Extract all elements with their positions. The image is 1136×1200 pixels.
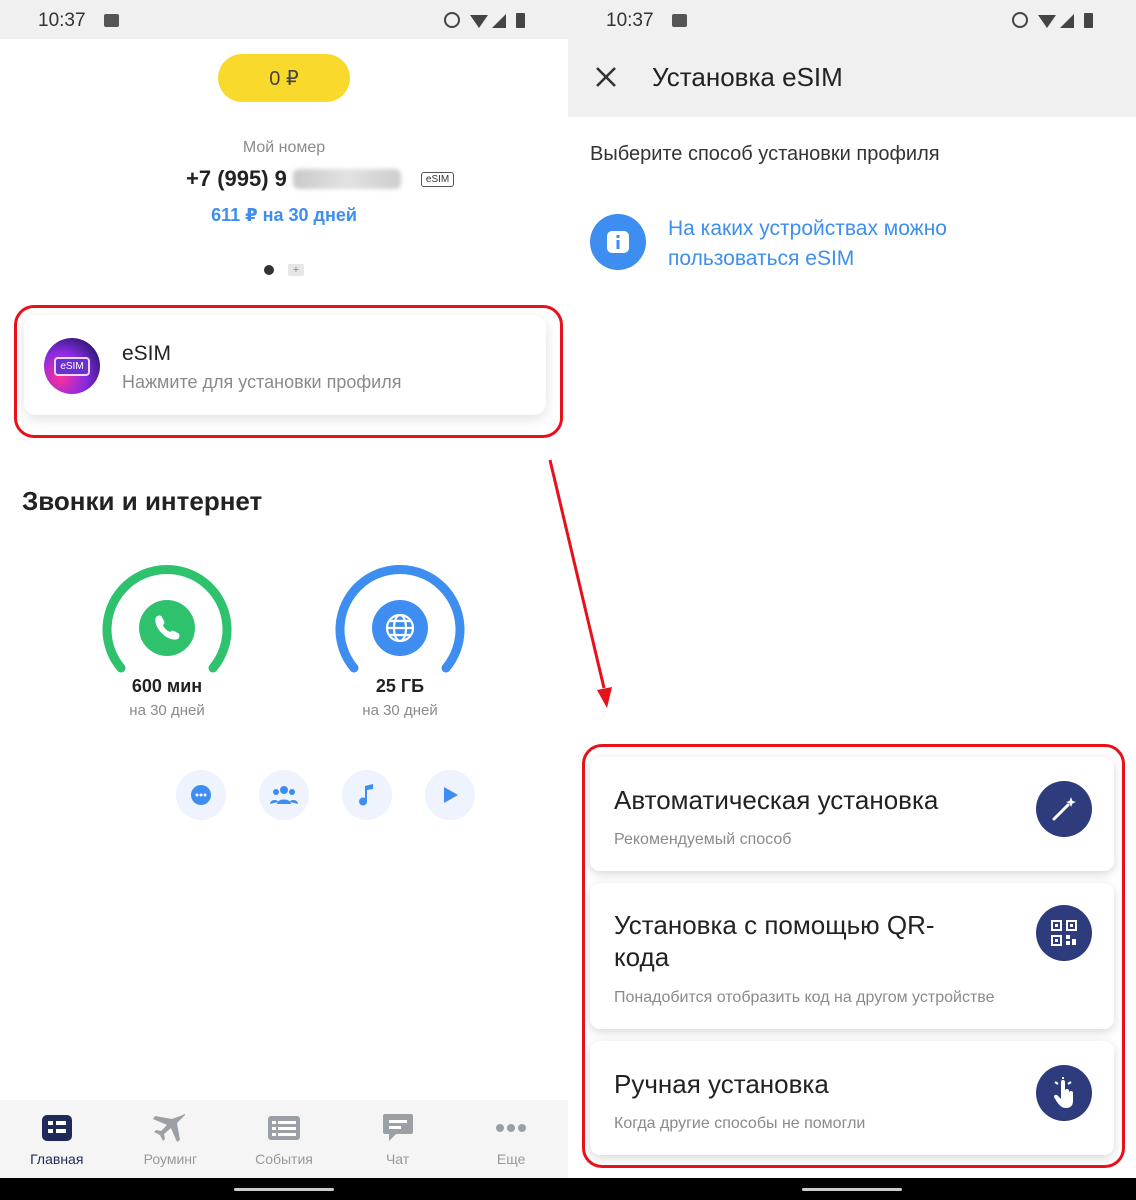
highlight-frame [14, 305, 563, 438]
nav-label-chat: Чат [385, 1151, 410, 1167]
choose-method-label: Выберите способ установки профиля [590, 143, 940, 165]
home-gesture-handle[interactable] [234, 1188, 334, 1191]
bottom-navigation: Главная Роуминг События Чат Еще [0, 1100, 568, 1178]
airplane-icon [153, 1113, 186, 1142]
phone-number-blur [292, 169, 401, 189]
nav-label-events: События [255, 1151, 313, 1167]
play-icon [444, 787, 458, 803]
nav-item-events[interactable]: События [227, 1100, 341, 1178]
add-number-icon[interactable]: + [288, 264, 304, 276]
social-service-button[interactable] [259, 770, 309, 820]
balance-button[interactable]: 0 ₽ [218, 54, 350, 102]
status-bar: 10:37 [568, 0, 1136, 39]
tariff-link[interactable]: 611 ₽ на 30 дней [0, 205, 568, 226]
list-icon [267, 1116, 300, 1140]
toolbar: Установка eSIM [568, 39, 1136, 117]
status-time: 10:37 [38, 10, 86, 31]
more-dots-icon [496, 1124, 527, 1132]
battery-icon [1084, 13, 1093, 28]
status-icons [1012, 12, 1093, 28]
music-note-icon [359, 784, 373, 806]
home-dashboard-icon [41, 1115, 72, 1141]
page-title: Установка eSIM [652, 62, 843, 92]
wifi-icon [1038, 15, 1056, 28]
signal-icon [492, 14, 506, 28]
esim-install-screen: 10:37 Установка eSIM Выберите способ уст… [568, 0, 1136, 1200]
carousel-dots: + [264, 264, 304, 276]
image-notification-icon [104, 14, 119, 27]
wifi-icon [470, 15, 488, 28]
internet-period: на 30 дней [362, 702, 438, 719]
close-button[interactable] [592, 63, 620, 91]
nav-label-more: Еще [496, 1151, 526, 1167]
phone-number: +7 (995) 9 eSIM [186, 166, 455, 192]
alarm-icon [444, 12, 460, 28]
status-bar: 10:37 [0, 0, 568, 39]
nav-item-home[interactable]: Главная [0, 1100, 114, 1178]
nav-label-roaming: Роуминг [143, 1151, 198, 1167]
image-notification-icon [672, 14, 687, 27]
group-icon [270, 786, 298, 804]
internet-value: 25 ГБ [375, 676, 425, 696]
supported-devices-link[interactable]: На каких устройствах можно пользоваться … [668, 214, 1028, 274]
my-number-label: Мой номер [242, 139, 326, 156]
system-navigation-bar [568, 1178, 1136, 1200]
phone-number-text: +7 (995) 9 [186, 166, 287, 191]
service-icons-row [176, 770, 508, 820]
video-service-button[interactable] [425, 770, 475, 820]
esim-badge: eSIM [420, 171, 455, 187]
chat-bubble-icon [191, 785, 211, 805]
nav-label-home: Главная [30, 1151, 84, 1167]
music-service-button[interactable] [342, 770, 392, 820]
home-screen: 10:37 0 ₽ Мой номер +7 (995) 9 eSIM 611 … [0, 0, 568, 1200]
home-gesture-handle[interactable] [802, 1188, 902, 1191]
status-time: 10:37 [606, 10, 654, 31]
battery-icon [516, 13, 525, 28]
info-icon[interactable] [590, 214, 646, 270]
alarm-icon [1012, 12, 1028, 28]
carousel-dot-active[interactable] [264, 265, 274, 275]
chat-icon [382, 1114, 413, 1141]
section-title: Звонки и интернет [22, 486, 263, 516]
signal-icon [1060, 14, 1074, 28]
info-badge-icon [607, 231, 629, 253]
minutes-period: на 30 дней [129, 702, 205, 719]
minutes-value: 600 мин [131, 676, 203, 696]
system-navigation-bar [0, 1178, 568, 1200]
close-icon [596, 67, 616, 87]
highlight-frame [582, 744, 1125, 1168]
nav-item-roaming[interactable]: Роуминг [114, 1100, 228, 1178]
nav-item-chat[interactable]: Чат [341, 1100, 455, 1178]
messages-service-button[interactable] [176, 770, 226, 820]
status-icons [444, 12, 525, 28]
nav-item-more[interactable]: Еще [454, 1100, 568, 1178]
